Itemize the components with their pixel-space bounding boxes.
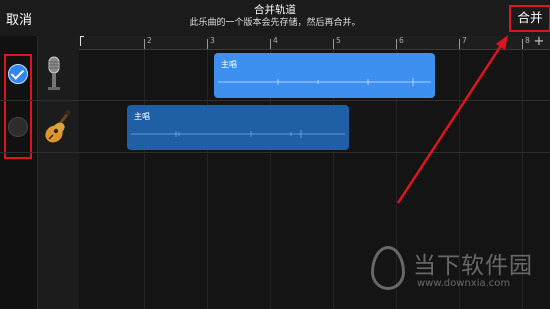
watermark-logo-icon	[371, 246, 405, 290]
watermark-url: www.downxia.com	[417, 278, 511, 289]
watermark-text: 当下软件园	[413, 253, 533, 279]
watermark: 当下软件园 www.downxia.com	[371, 240, 550, 300]
